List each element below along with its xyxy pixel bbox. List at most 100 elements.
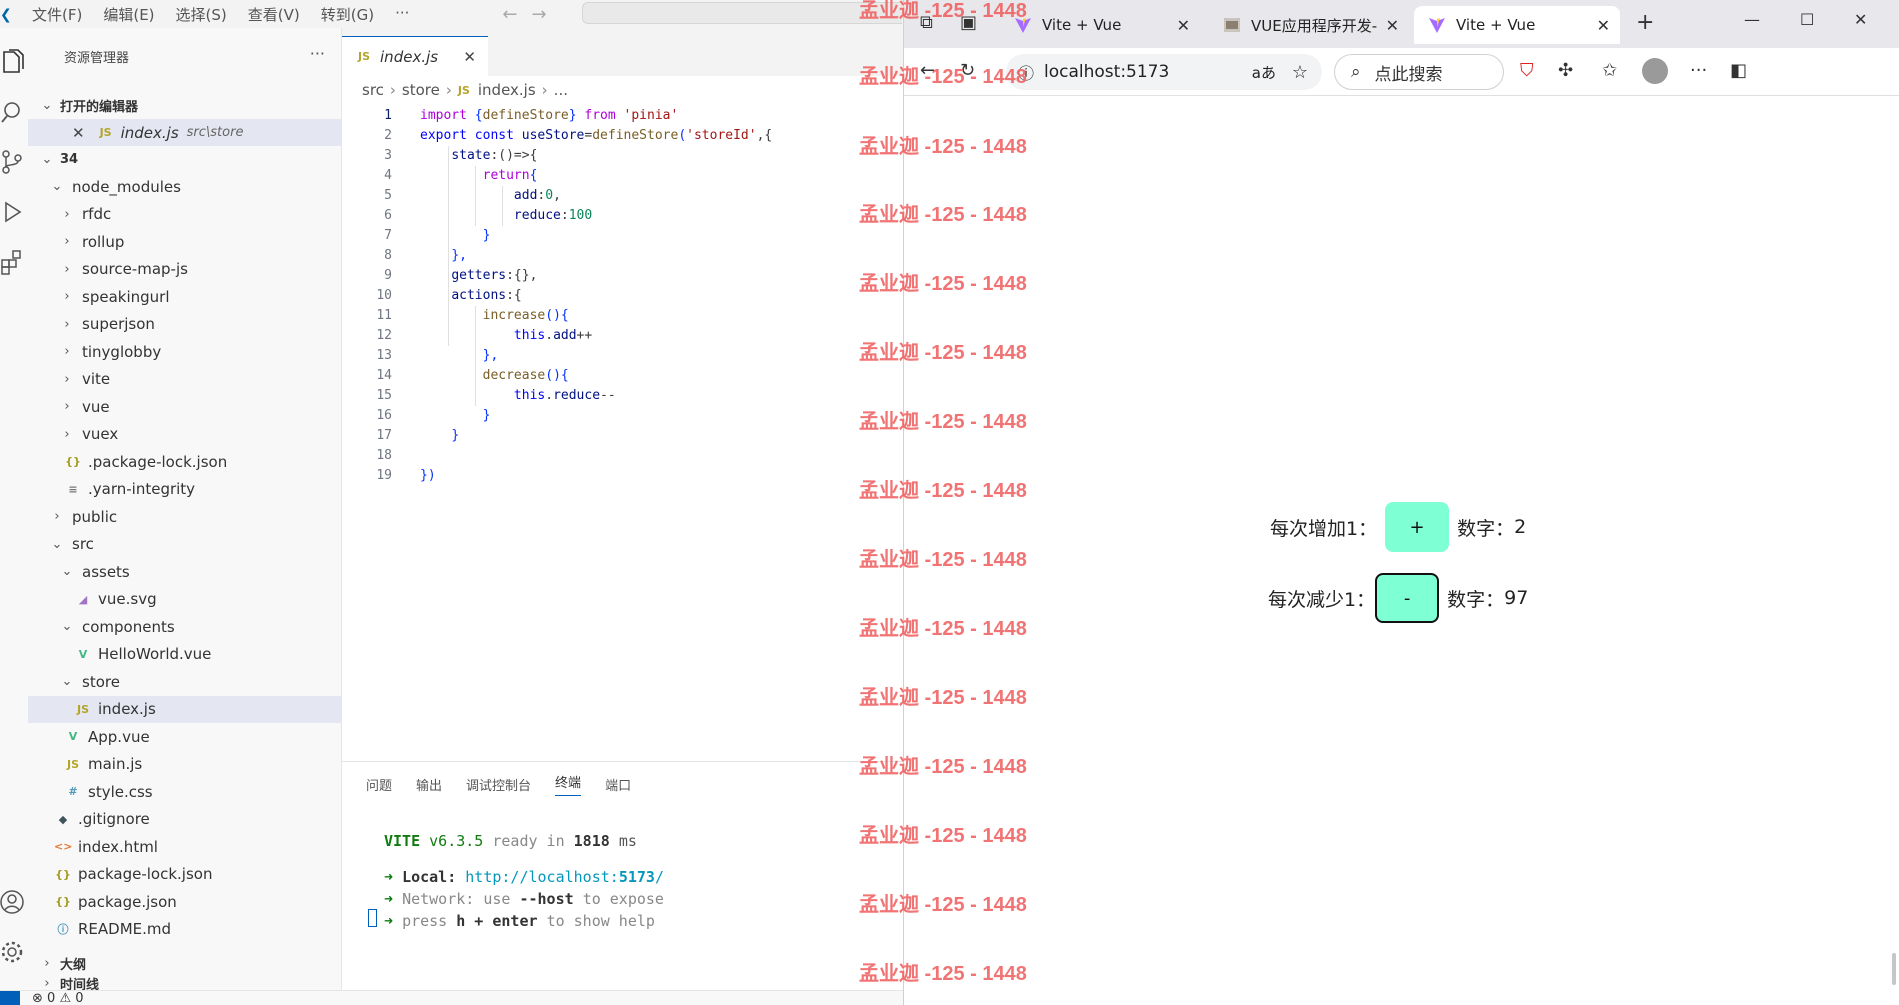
tree-item[interactable]: JS main.js (28, 751, 342, 778)
forward-arrow-icon[interactable]: → (531, 4, 560, 25)
tree-item[interactable]: › rollup (28, 228, 342, 255)
search-icon[interactable] (0, 98, 26, 126)
editor-tab[interactable]: JS index.js ✕ (342, 36, 488, 76)
indent-guide (475, 166, 476, 226)
timeline-section[interactable]: › 时间线 (28, 976, 342, 993)
tree-item[interactable]: › vuex (28, 421, 342, 448)
menu-view[interactable]: 查看(V) (248, 4, 300, 25)
extension-shield-icon[interactable]: ⛉ (1520, 60, 1534, 81)
tree-item[interactable]: <> index.html (28, 833, 342, 860)
terminal-output[interactable]: VITE v6.3.5 ready in 1818 ms ➜ Local: ht… (384, 830, 664, 932)
code-editor[interactable]: 1 import {defineStore} from 'pinia' 2 expor… (342, 106, 903, 486)
read-aloud-icon[interactable]: aあ (1252, 62, 1276, 83)
tree-item[interactable]: › rfdc (28, 201, 342, 228)
profile-avatar[interactable] (1642, 58, 1668, 84)
code-text: return{ (482, 168, 538, 183)
close-tab-icon[interactable]: ✕ (1597, 16, 1610, 35)
increase-label: 每次增加1： (1270, 517, 1378, 540)
account-icon[interactable] (0, 888, 26, 916)
tree-item[interactable]: JS index.js (28, 695, 342, 723)
tree-item[interactable]: › superjson (28, 311, 342, 338)
tree-item[interactable]: ⌄ src (28, 531, 342, 558)
search-box[interactable]: ⌕ 点此搜索 (1334, 54, 1504, 90)
minimize-icon[interactable]: — (1744, 10, 1760, 29)
tree-item[interactable]: {} .package-lock.json (28, 448, 342, 475)
chevron-right-icon: › (64, 261, 70, 277)
vscode-window: ❮ 文件(F) 编辑(E) 选择(S) 查看(V) 转到(G) ··· ←→ 资… (0, 0, 903, 1005)
close-tab-icon[interactable]: ✕ (463, 48, 476, 66)
tree-item-label: rollup (82, 232, 125, 251)
command-center[interactable] (582, 2, 902, 24)
tree-item[interactable]: ⓘ README.md (28, 916, 342, 943)
tree-item[interactable]: › public (28, 503, 342, 530)
browser-tab-2[interactable]: VUE应用程序开发- ✕ (1209, 6, 1409, 44)
problems-status[interactable]: ⊗ 0 ⚠ 0 (32, 991, 84, 1005)
tree-item[interactable]: ⌄ components (28, 613, 342, 640)
breadcrumb-symbol[interactable]: ... (554, 81, 568, 99)
window-close-icon[interactable]: ✕ (1854, 10, 1867, 29)
tree-item[interactable]: › speakingurl (28, 283, 342, 310)
maximize-icon[interactable]: ☐ (1800, 10, 1814, 29)
close-tab-icon[interactable]: ✕ (1386, 16, 1399, 35)
tree-item[interactable]: › vue (28, 393, 342, 420)
increase-button[interactable]: + (1385, 502, 1450, 552)
tree-item[interactable]: › tinyglobby (28, 338, 342, 365)
code-line: 8 }, (342, 246, 903, 266)
favorites-icon[interactable]: ✩ (1602, 60, 1617, 81)
close-tab-icon[interactable]: ✕ (1177, 16, 1190, 35)
menu-edit[interactable]: 编辑(E) (103, 4, 154, 25)
local-url[interactable]: http://localhost:5173/ (465, 868, 664, 886)
open-editor-item[interactable]: ✕ JS index.js src\store (28, 119, 342, 146)
tree-item[interactable]: ≡ .yarn-integrity (28, 476, 342, 503)
favorite-star-icon[interactable]: ☆ (1292, 62, 1308, 83)
tree-item[interactable]: V App.vue (28, 723, 342, 750)
menu-more[interactable]: ··· (395, 4, 409, 25)
new-tab-icon[interactable]: + (1636, 10, 1654, 35)
tree-item[interactable]: ◆ .gitignore (28, 806, 342, 833)
project-root[interactable]: ⌄ 34 (28, 146, 342, 173)
tree-item[interactable]: › source-map-js (28, 256, 342, 283)
source-control-icon[interactable] (0, 148, 26, 176)
explorer-icon[interactable] (0, 48, 26, 76)
close-icon[interactable]: ✕ (72, 124, 85, 142)
menu-file[interactable]: 文件(F) (32, 4, 82, 25)
tab-output[interactable]: 输出 (416, 775, 442, 794)
extensions-puzzle-icon[interactable]: ✣ (1558, 60, 1573, 81)
more-menu-icon[interactable]: ··· (1690, 60, 1707, 81)
remote-indicator-icon[interactable] (0, 990, 20, 1005)
tree-item[interactable]: {} package.json (28, 888, 342, 915)
tree-item[interactable]: {} package-lock.json (28, 861, 342, 888)
warning-icon: ⚠ (59, 990, 72, 1005)
page-scrollbar[interactable] (1892, 953, 1896, 985)
browser-tab-3[interactable]: Vite + Vue ✕ (1414, 6, 1620, 44)
indent-guide (475, 306, 476, 406)
breadcrumb-file[interactable]: index.js (478, 81, 536, 99)
tree-item[interactable]: ⌄ store (28, 668, 342, 695)
breadcrumb-src[interactable]: src (362, 81, 384, 99)
tree-item[interactable]: ⌄ assets (28, 558, 342, 585)
settings-gear-icon[interactable] (0, 938, 26, 966)
tree-item[interactable]: V HelloWorld.vue (28, 641, 342, 668)
tree-item[interactable]: ⌄ node_modules (28, 173, 342, 200)
sidebar-toggle-icon[interactable]: ◧ (1730, 60, 1747, 81)
back-arrow-icon[interactable]: ← (502, 4, 531, 25)
menu-go[interactable]: 转到(G) (321, 4, 374, 25)
tab-terminal[interactable]: 终端 (555, 772, 582, 796)
vite-label: VITE (384, 832, 421, 850)
breadcrumb-store[interactable]: store (402, 81, 440, 99)
outline-section[interactable]: › 大纲 (28, 950, 342, 977)
menu-selection[interactable]: 选择(S) (176, 4, 227, 25)
tree-item[interactable]: ◢ vue.svg (28, 586, 342, 613)
tab-problems[interactable]: 问题 (366, 775, 392, 794)
extensions-icon[interactable] (0, 248, 26, 276)
tab-debug-console[interactable]: 调试控制台 (466, 775, 531, 794)
tree-item[interactable]: › vite (28, 366, 342, 393)
tab-ports[interactable]: 端口 (605, 775, 631, 794)
open-editors-section[interactable]: ⌄ 打开的编辑器 (28, 92, 342, 119)
browser-tab-1[interactable]: Vite + Vue ✕ (1000, 6, 1200, 44)
address-bar[interactable]: ⓘ localhost:5173 aあ ☆ (1006, 54, 1322, 90)
decrease-button[interactable]: - (1375, 573, 1440, 623)
explorer-more-button[interactable]: ··· (310, 44, 325, 63)
tree-item[interactable]: # style.css (28, 778, 342, 805)
run-debug-icon[interactable] (0, 198, 26, 226)
